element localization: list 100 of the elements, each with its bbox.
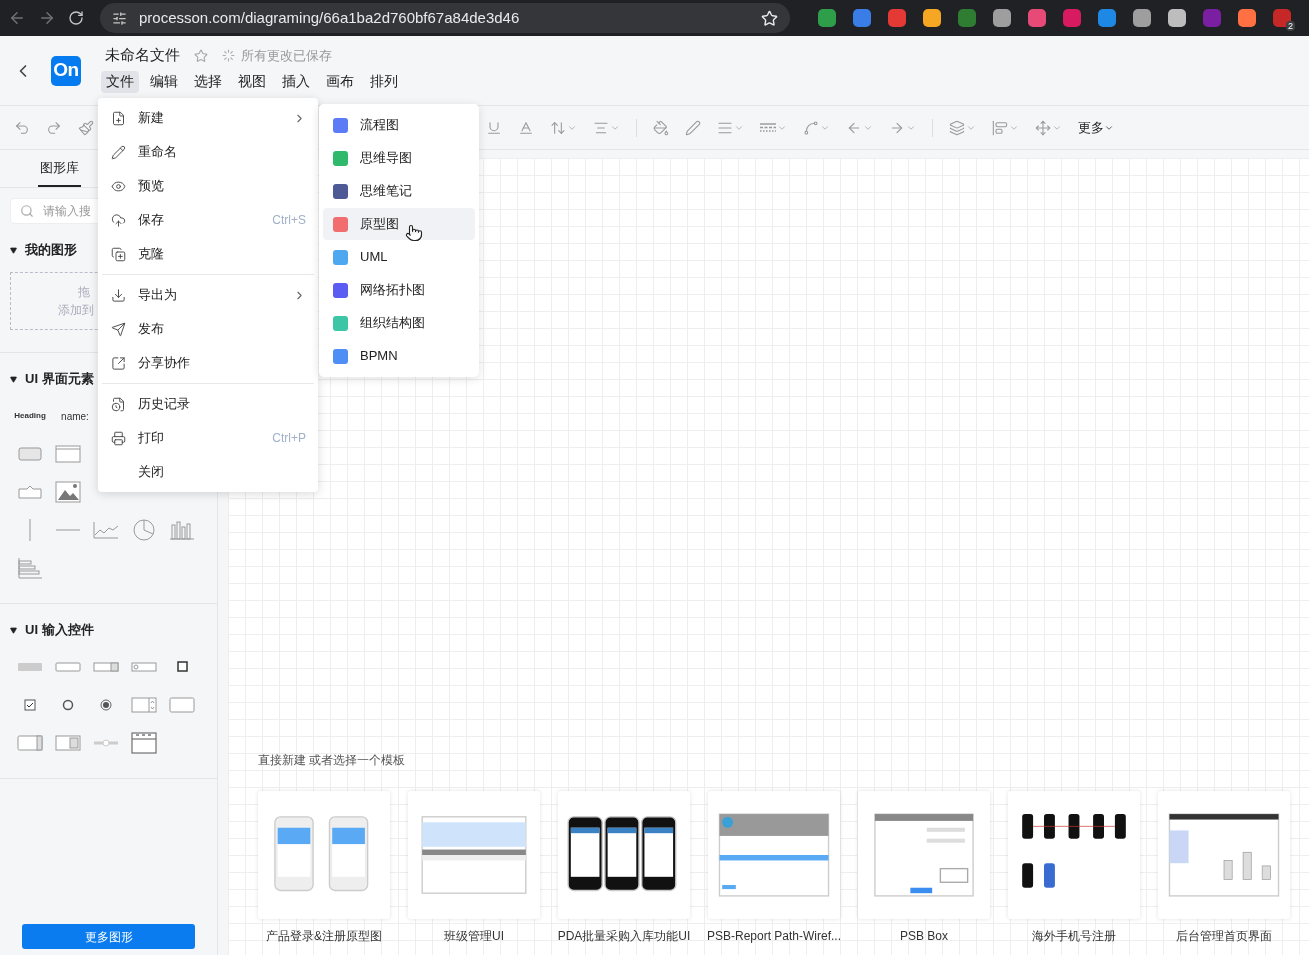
line-color-icon [685,119,701,136]
panel-shape-icon[interactable] [17,732,43,754]
favorite-icon[interactable] [194,48,208,63]
format-painter-button[interactable] [78,119,94,136]
pencil-icon [110,144,126,160]
undo-button[interactable] [14,119,30,136]
url-text: processon.com/diagraming/66a1ba2d760bf67a84de3d46 [139,7,521,28]
connector-icon [803,119,819,136]
site-settings-icon[interactable] [112,10,127,26]
shape-text-sample[interactable]: name: [61,408,89,424]
size-button[interactable] [1035,119,1062,136]
forward-icon[interactable] [38,9,56,27]
diagram-type-item[interactable]: UML [323,241,475,273]
reload-icon[interactable] [68,10,84,26]
underline-button[interactable] [486,119,502,136]
date-picker-icon[interactable] [55,732,81,754]
template-card[interactable]: PDA批量采购入库功能UI [558,791,690,945]
size-icon [1035,119,1051,136]
send-icon [110,321,126,337]
line-color-button[interactable] [685,119,701,136]
extension-icon[interactable] [853,9,871,27]
bar-chart-icon[interactable] [169,519,195,541]
diagram-type-item[interactable]: 原型图 [323,208,475,240]
extension-icon[interactable] [1133,9,1151,27]
number-stepper-icon[interactable] [131,694,157,716]
back-icon[interactable] [8,9,26,27]
diagram-type-item[interactable]: 思维笔记 [323,175,475,207]
template-card[interactable]: 海外手机号注册 [1008,791,1140,945]
menu-bar-item[interactable]: 画布 [321,70,359,93]
expand-triangle-icon [10,246,17,254]
line-spacing-icon [550,119,566,136]
search-icon [20,204,34,218]
line-chart-icon[interactable] [93,519,119,541]
sidebar-tab[interactable]: 图形库 [38,150,81,187]
template-card[interactable]: 班级管理UI [408,791,540,945]
copy-icon [110,246,126,262]
font-color-button[interactable] [518,119,534,136]
section-header[interactable]: UI 界面元素 [0,369,94,389]
undo-icon [14,119,30,136]
menu-bar-item[interactable]: 视图 [233,70,271,93]
bookmark-icon[interactable] [761,9,778,27]
save-status: 所有更改已保存 [241,46,332,65]
fill-color-icon [653,119,669,136]
menu-bar-item[interactable]: 排列 [365,70,403,93]
layer-icon [949,119,965,136]
distribute-icon [992,119,1008,136]
image-icon[interactable] [55,481,81,503]
redo-button[interactable] [46,119,62,136]
history-icon [110,396,126,412]
section-header[interactable]: UI 输入控件 [0,620,94,640]
file-menu-item[interactable]: 新建 [98,101,318,135]
extension-icon[interactable] [1098,9,1116,27]
cloud-upload-icon [110,212,126,228]
address-bar[interactable]: processon.com/diagraming/66a1ba2d760bf67a84de3d46 [100,3,790,33]
template-card[interactable]: PSB-Report Path-Wiref... [708,791,840,945]
eye-icon [110,178,126,194]
diagram-type-item[interactable]: 网络拓扑图 [323,274,475,306]
more-shapes-button[interactable]: 更多图形 [22,924,195,949]
menu-bar-item[interactable]: 文件 [101,70,139,93]
horizontal-bar-chart-icon[interactable] [17,557,43,579]
menu-bar-item[interactable]: 插入 [277,70,315,93]
layer-button[interactable] [949,119,976,136]
line-style-button[interactable] [760,122,787,133]
download-icon [110,287,126,303]
section-header[interactable]: 我的图形 [0,240,77,260]
diagram-type-item[interactable]: 流程图 [323,109,475,141]
drop-hint: 拖 [78,284,90,301]
extension-icon[interactable] [818,9,836,27]
template-card[interactable]: 后台管理首页界面 [1158,791,1290,945]
sync-icon [222,49,235,62]
connector-button[interactable] [803,119,830,136]
more-button[interactable]: 更多 [1078,117,1114,138]
extension-icon[interactable] [993,9,1011,27]
app-logo[interactable]: On [51,55,81,86]
extension-icon[interactable] [888,9,906,27]
template-card[interactable]: PSB Box [858,791,990,945]
document-title[interactable]: 未命名文件 [105,44,180,67]
template-card[interactable]: 产品登录&注册原型图 [258,791,390,945]
diagram-type-item[interactable]: 组织结构图 [323,307,475,339]
extension-icon[interactable] [1028,9,1046,27]
new-file-icon [110,110,126,126]
extension-icon[interactable] [1238,9,1256,27]
templates-heading: 直接新建 或者选择一个模板 [258,752,407,769]
font-color-icon [518,119,534,136]
menu-bar-item[interactable]: 选择 [189,70,227,93]
extension-icon[interactable] [1168,9,1186,27]
extension-icon[interactable] [923,9,941,27]
diagram-type-item[interactable]: BPMN [323,340,475,372]
distribute-button[interactable] [992,119,1019,136]
text-area-icon[interactable] [169,694,195,716]
underline-icon [486,119,502,136]
line-spacing-button[interactable] [550,119,577,136]
shape-text-sample[interactable]: Heading [14,410,46,422]
pie-chart-icon[interactable] [131,519,157,541]
rich-text-editor-icon[interactable] [131,732,157,754]
drop-hint: 添加到 [58,302,94,319]
fill-color-button[interactable] [653,119,669,136]
menu-bar-item[interactable]: 编辑 [145,70,183,93]
expand-triangle-icon [10,626,17,634]
window-shape-icon[interactable] [55,443,81,465]
